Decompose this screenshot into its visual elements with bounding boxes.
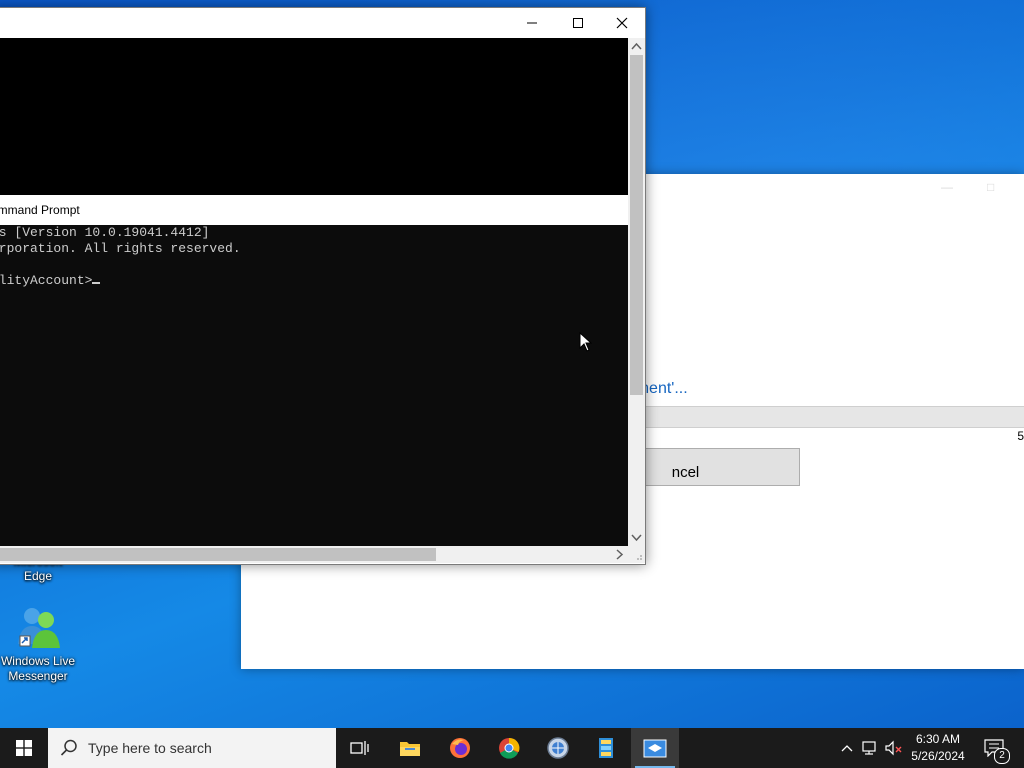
chrome-icon xyxy=(499,737,520,759)
clock-time: 6:30 AM xyxy=(915,732,961,746)
setup-percent-text: 5 xyxy=(1017,429,1024,443)
setup-app-icon xyxy=(643,739,667,758)
inner-window-title: ommand Prompt xyxy=(0,195,628,225)
prompt-text: ilityAccount> xyxy=(0,273,93,288)
console-line: orporation. All rights reserved. xyxy=(0,241,241,256)
horizontal-scrollbar[interactable] xyxy=(0,546,628,563)
search-placeholder: Type here to search xyxy=(88,740,212,756)
clock[interactable]: 6:30 AM 5/26/2024 xyxy=(904,731,972,765)
desktop-icon-messenger[interactable]: Windows Live Messenger xyxy=(0,604,76,684)
resize-grip-icon xyxy=(637,555,642,560)
resize-grip[interactable] xyxy=(628,546,645,563)
scroll-up-icon[interactable] xyxy=(628,38,645,55)
title-bar[interactable] xyxy=(0,8,645,38)
minimize-icon[interactable]: — xyxy=(941,180,953,194)
console-prompt: ilityAccount> xyxy=(0,273,101,288)
maximize-icon[interactable]: □ xyxy=(987,180,994,194)
maximize-button[interactable] xyxy=(555,8,601,38)
command-prompt-window: ommand Prompt ws [Version 10.0.19041.441… xyxy=(0,7,646,565)
vertical-scrollbar[interactable] xyxy=(628,38,645,546)
console-area-top xyxy=(0,38,628,195)
firefox-icon xyxy=(450,738,470,758)
network-tool-button[interactable] xyxy=(534,728,582,768)
mouse-pointer-icon xyxy=(579,332,593,352)
scroll-down-icon[interactable] xyxy=(628,529,645,546)
archive-tool-button[interactable] xyxy=(582,728,630,768)
chrome-button[interactable] xyxy=(485,728,533,768)
search-icon xyxy=(60,739,77,756)
task-view-button[interactable] xyxy=(336,728,384,768)
horizontal-scroll-thumb[interactable] xyxy=(0,548,436,561)
scroll-right-icon[interactable] xyxy=(611,546,628,563)
setup-app-button[interactable] xyxy=(631,728,679,768)
notification-count-badge: 2 xyxy=(994,748,1010,764)
firefox-button[interactable] xyxy=(436,728,484,768)
archive-icon xyxy=(599,738,613,758)
console-line: ws [Version 10.0.19041.4412] xyxy=(0,225,210,240)
console-output[interactable]: ws [Version 10.0.19041.4412] orporation.… xyxy=(0,225,628,546)
minimize-button[interactable] xyxy=(509,8,555,38)
start-button[interactable] xyxy=(0,728,48,768)
vertical-scroll-thumb[interactable] xyxy=(630,55,643,395)
windows-logo-icon xyxy=(16,740,32,756)
file-explorer-button[interactable] xyxy=(386,728,434,768)
network-icon[interactable] xyxy=(862,740,880,756)
messenger-icon xyxy=(18,608,60,648)
task-view-icon xyxy=(350,741,369,755)
volume-muted-icon[interactable] xyxy=(884,740,904,756)
minimize-icon xyxy=(527,22,537,24)
desktop-icon-label: Windows Live Messenger xyxy=(0,654,76,683)
close-icon xyxy=(616,17,628,29)
search-input[interactable]: Type here to search xyxy=(48,728,336,768)
clock-date: 5/26/2024 xyxy=(911,749,965,763)
chevron-up-icon[interactable] xyxy=(840,743,854,753)
taskbar: Type here to search 6:30 AM 5/26/2024 2 xyxy=(0,728,1024,768)
globe-gear-icon xyxy=(547,737,569,759)
maximize-icon xyxy=(573,18,583,28)
text-cursor xyxy=(92,282,101,284)
folder-icon xyxy=(400,742,420,756)
notification-center-button[interactable]: 2 xyxy=(978,728,1024,768)
close-button[interactable] xyxy=(599,8,645,38)
